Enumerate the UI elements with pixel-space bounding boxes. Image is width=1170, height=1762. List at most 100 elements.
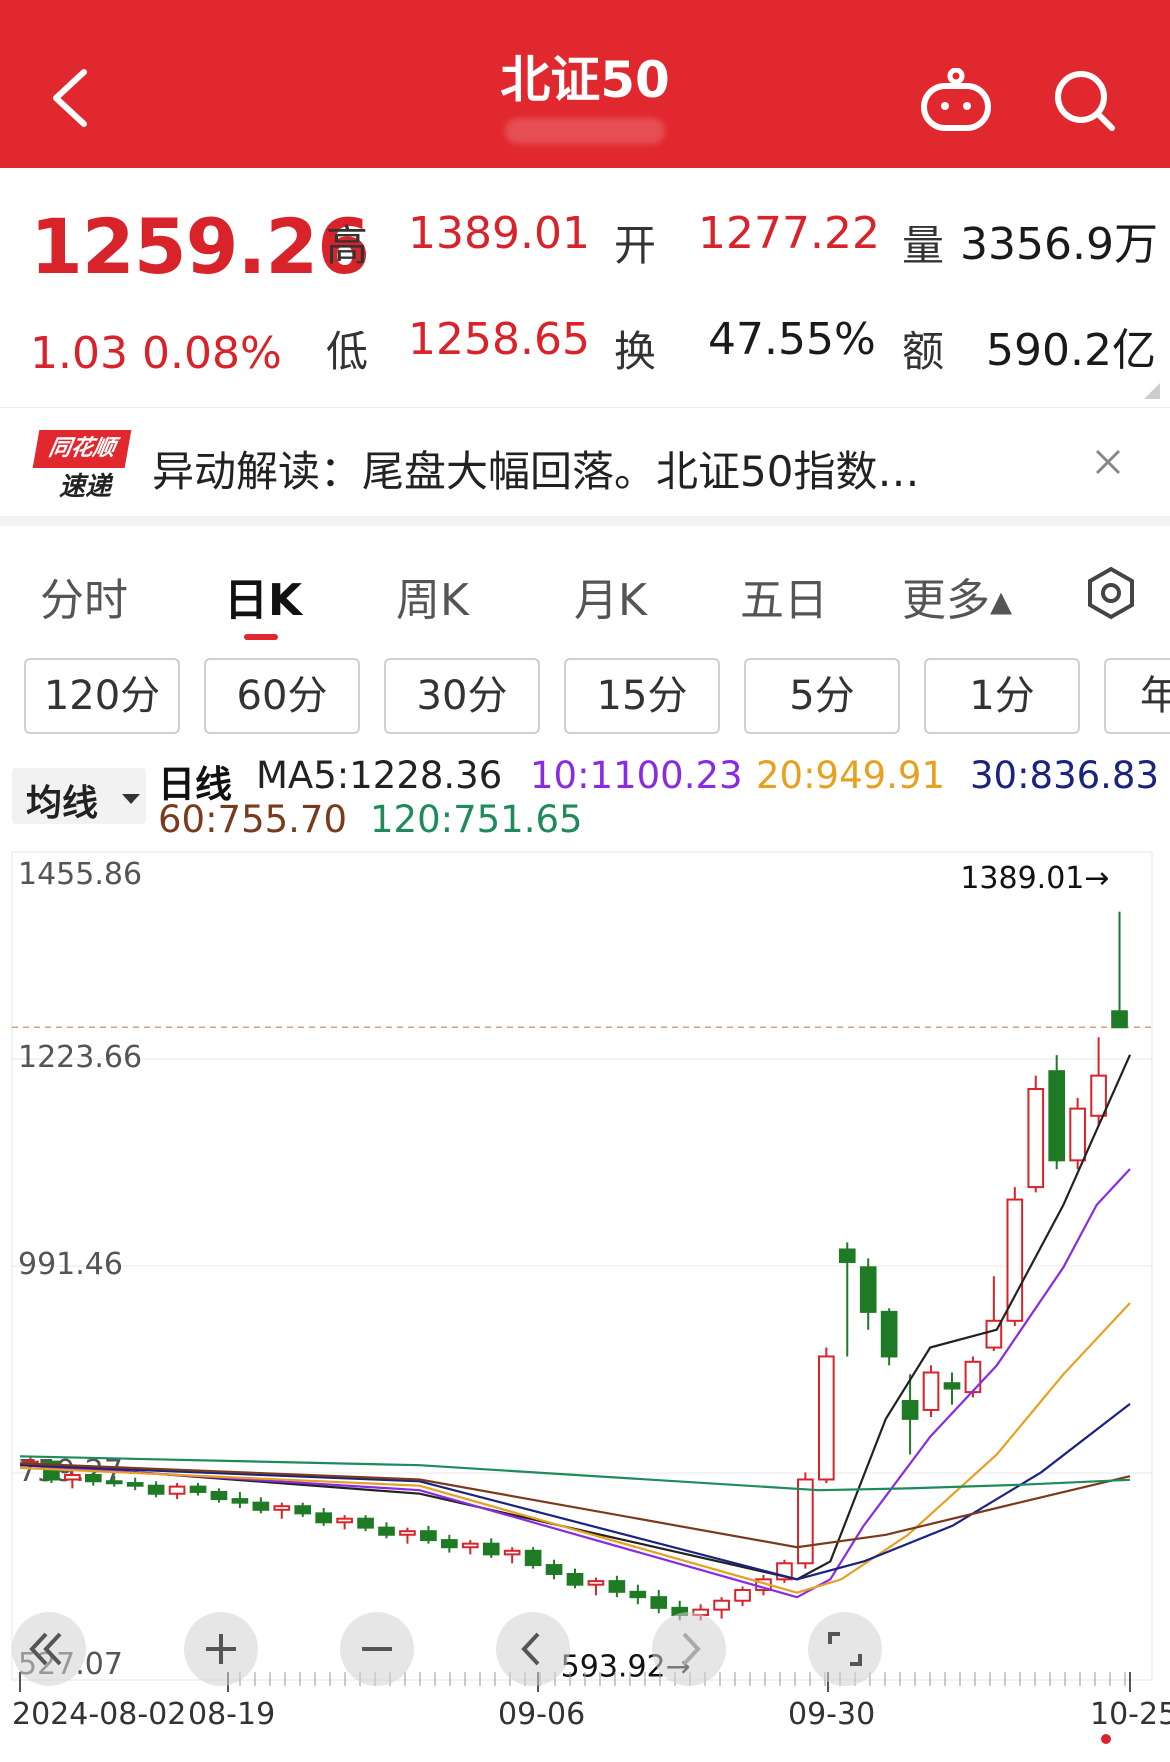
period-15min-button[interactable]: 15分 xyxy=(564,658,720,734)
amount-value: 590.2亿 xyxy=(986,325,1156,376)
candle-body xyxy=(147,1484,165,1495)
candle-body xyxy=(441,1539,458,1549)
candle-body xyxy=(399,1530,416,1536)
candle-body xyxy=(587,1580,605,1586)
candle-body xyxy=(1006,1198,1024,1322)
candle-body xyxy=(838,1248,856,1263)
zoom-out-far-button[interactable] xyxy=(12,1612,86,1686)
high-label: 高 xyxy=(326,221,369,270)
active-tab-indicator xyxy=(244,634,278,640)
ma5-line xyxy=(19,1054,1132,1581)
plus-icon xyxy=(206,1634,236,1664)
kline-chart-svg[interactable]: 1455.861223.66991.46759.27527.071389.01→… xyxy=(0,844,1170,1762)
caret-down-icon xyxy=(122,794,140,804)
candle-body xyxy=(273,1505,291,1511)
candle-body xyxy=(629,1590,647,1599)
x-tick-label: 2024-08-02 xyxy=(12,1697,186,1732)
kline-chart[interactable]: 1455.861223.66991.46759.27527.071389.01→… xyxy=(0,844,1170,1762)
candle-body xyxy=(378,1526,395,1536)
candle-body xyxy=(336,1517,353,1524)
robot-assistant-icon[interactable] xyxy=(918,68,994,132)
period-1min-button[interactable]: 1分 xyxy=(924,658,1080,734)
double-chevron-left-icon xyxy=(29,1632,62,1666)
candle-body xyxy=(880,1310,898,1358)
ma5-value: MA5:1228.36 xyxy=(256,754,503,797)
candle-body xyxy=(357,1517,374,1529)
candle-body xyxy=(64,1474,81,1481)
ma20-line xyxy=(19,1302,1131,1594)
chevron-right-icon xyxy=(682,1632,701,1666)
tab-daily-k[interactable]: 日K xyxy=(224,564,302,628)
ths-express-logo: 同花顺 速递 xyxy=(32,430,132,506)
candle-body xyxy=(461,1542,479,1549)
candle-body xyxy=(797,1478,814,1565)
chart-tabs: 分时 日K 周K 月K 五日 更多▴ xyxy=(0,536,1170,646)
candle-body xyxy=(608,1580,626,1593)
candle-body xyxy=(1048,1070,1066,1162)
candle-body xyxy=(1069,1107,1086,1162)
ma-legend: 均线 日线 MA5:1228.36 10:1100.23 20:949.91 3… xyxy=(0,748,1170,844)
period-5min-button[interactable]: 5分 xyxy=(744,658,900,734)
price-change: 1.03 xyxy=(30,328,128,379)
chevron-left-icon xyxy=(521,1632,540,1666)
candle-body xyxy=(168,1485,186,1495)
quote-panel: 1259.26 1.03 0.08% 高 1389.01 开 1277.22 量… xyxy=(0,168,1170,408)
tab-weekly-k[interactable]: 周K xyxy=(396,564,469,628)
high-value: 1389.01 xyxy=(408,208,590,259)
x-tick-label: 09-06 xyxy=(498,1697,585,1732)
x-tick-label: 09-30 xyxy=(788,1697,875,1732)
x-tick-label: 08-19 xyxy=(188,1697,275,1732)
candle-body xyxy=(859,1266,877,1313)
pan-left-button[interactable] xyxy=(496,1612,570,1686)
latest-marker-dot xyxy=(1101,1734,1111,1744)
candle-body xyxy=(315,1512,333,1524)
candle-body xyxy=(1090,1074,1107,1117)
blurred-subtitle xyxy=(505,118,665,144)
candle-body xyxy=(734,1589,751,1602)
close-icon[interactable] xyxy=(1092,446,1124,478)
pan-right-button[interactable] xyxy=(652,1612,726,1686)
amount-label: 额 xyxy=(902,327,945,376)
ma10-value: 10:1100.23 xyxy=(530,754,743,797)
candle-body xyxy=(922,1371,940,1411)
x-tick-label: 10-25 xyxy=(1090,1697,1170,1732)
search-icon[interactable] xyxy=(1052,68,1118,134)
period-30min-button[interactable]: 30分 xyxy=(384,658,540,734)
news-text[interactable]: 异动解读：尾盘大幅回落。北证50指数… xyxy=(152,438,919,499)
news-banner[interactable]: 同花顺 速递 异动解读：尾盘大幅回落。北证50指数… xyxy=(0,408,1170,526)
volume-value: 3356.9万 xyxy=(960,219,1158,270)
ma60-value: 60:755.70 xyxy=(158,798,348,841)
expand-corner-icon[interactable] xyxy=(1144,383,1160,399)
period-60min-button[interactable]: 60分 xyxy=(204,658,360,734)
period-120min-button[interactable]: 120分 xyxy=(24,658,180,734)
fullscreen-button[interactable] xyxy=(808,1612,882,1686)
tab-monthly-k[interactable]: 月K xyxy=(574,564,647,628)
tab-five-day[interactable]: 五日 xyxy=(740,564,828,628)
tab-more[interactable]: 更多▴ xyxy=(902,564,1012,628)
candle-body xyxy=(252,1501,270,1511)
candle-body xyxy=(126,1482,144,1487)
zoom-out-button[interactable] xyxy=(340,1612,414,1686)
zoom-in-button[interactable] xyxy=(184,1612,258,1686)
ma30-line xyxy=(19,1403,1131,1581)
ma-type-select[interactable]: 均线 xyxy=(12,768,146,824)
candle-body xyxy=(817,1355,835,1481)
low-value: 1258.65 xyxy=(408,314,590,365)
candle-body xyxy=(901,1400,919,1420)
tab-intraday[interactable]: 分时 xyxy=(40,564,128,628)
candle-body xyxy=(210,1490,228,1501)
candle-body xyxy=(566,1572,584,1586)
minus-icon xyxy=(362,1647,392,1651)
volume-label: 量 xyxy=(902,221,945,270)
period-year-button[interactable]: 年 xyxy=(1104,658,1170,734)
y-tick-label: 1455.86 xyxy=(18,857,142,892)
open-value: 1277.22 xyxy=(698,208,880,259)
open-label: 开 xyxy=(614,221,657,270)
turnover-label: 换 xyxy=(614,327,657,376)
candle-body xyxy=(482,1542,500,1556)
candle-body xyxy=(294,1505,312,1515)
candle-body xyxy=(231,1498,249,1504)
y-tick-label: 1223.66 xyxy=(18,1040,142,1075)
candle-body xyxy=(420,1530,437,1542)
settings-icon[interactable] xyxy=(1084,566,1138,620)
